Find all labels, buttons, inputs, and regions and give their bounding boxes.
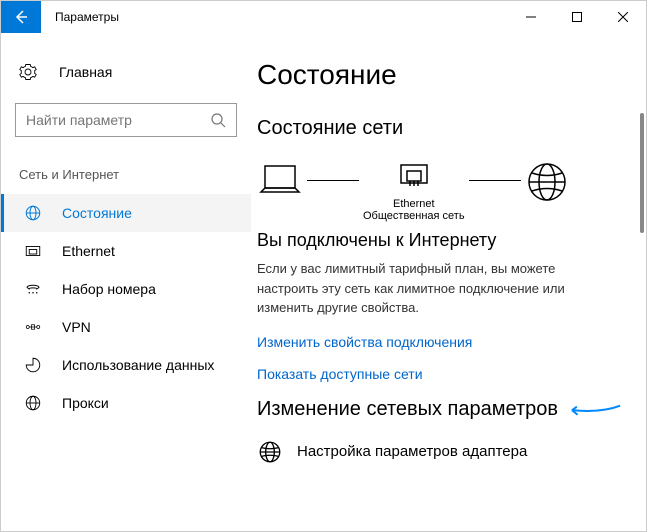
proxy-icon bbox=[22, 394, 44, 412]
minimize-button[interactable] bbox=[508, 1, 554, 33]
network-status-heading: Состояние сети bbox=[257, 117, 646, 140]
connected-title: Вы подключены к Интернету bbox=[257, 230, 646, 251]
data-usage-icon bbox=[22, 356, 44, 374]
network-diagram: EthernetОбщественная сеть bbox=[257, 158, 646, 222]
ethernet-icon bbox=[22, 242, 44, 260]
gear-icon bbox=[19, 63, 41, 81]
diagram-internet bbox=[525, 160, 569, 220]
nav-status[interactable]: Состояние bbox=[1, 194, 251, 232]
laptop-icon bbox=[257, 162, 303, 202]
nav-dialup[interactable]: Набор номера bbox=[1, 270, 251, 308]
main-content: Состояние Состояние сети EthernetОбществ… bbox=[251, 33, 646, 531]
phone-icon bbox=[22, 280, 44, 298]
maximize-button[interactable] bbox=[554, 1, 600, 33]
window-title: Параметры bbox=[55, 10, 508, 24]
adapter-settings-label: Настройка параметров адаптера bbox=[297, 443, 527, 460]
adapter-settings-row[interactable]: Настройка параметров адаптера bbox=[257, 439, 646, 465]
page-heading: Состояние bbox=[257, 59, 646, 91]
ethernet-icon bbox=[396, 158, 432, 194]
globe-icon bbox=[257, 439, 283, 465]
nav-label: Использование данных bbox=[62, 357, 214, 373]
section-header: Сеть и Интернет bbox=[1, 161, 251, 194]
search-input[interactable] bbox=[26, 112, 210, 128]
titlebar: Параметры bbox=[1, 1, 646, 33]
search-icon bbox=[210, 112, 226, 128]
home-nav[interactable]: Главная bbox=[1, 55, 251, 89]
link-available-networks[interactable]: Показать доступные сети bbox=[257, 366, 646, 382]
sidebar: Главная Сеть и Интернет Состояние Ethern… bbox=[1, 33, 251, 531]
home-label: Главная bbox=[59, 64, 112, 80]
window-controls bbox=[508, 1, 646, 33]
diagram-pc bbox=[257, 162, 303, 218]
nav-label: Набор номера bbox=[62, 281, 156, 297]
search-box[interactable] bbox=[15, 103, 237, 137]
nav-label: Ethernet bbox=[62, 243, 115, 259]
annotation-arrow bbox=[562, 375, 634, 442]
diagram-conn-name: Ethernet bbox=[393, 198, 435, 210]
nav-label: Состояние bbox=[62, 205, 132, 221]
arrow-left-icon bbox=[13, 9, 29, 25]
globe-icon bbox=[22, 204, 44, 222]
nav-label: Прокси bbox=[62, 395, 109, 411]
nav-vpn[interactable]: VPN bbox=[1, 308, 251, 346]
nav-ethernet[interactable]: Ethernet bbox=[1, 232, 251, 270]
nav-data-usage[interactable]: Использование данных bbox=[1, 346, 251, 384]
nav-proxy[interactable]: Прокси bbox=[1, 384, 251, 422]
close-button[interactable] bbox=[600, 1, 646, 33]
globe-icon bbox=[525, 160, 569, 204]
vpn-icon bbox=[22, 318, 44, 336]
scrollbar[interactable] bbox=[640, 113, 644, 233]
link-connection-properties[interactable]: Изменить свойства подключения bbox=[257, 334, 646, 350]
nav-label: VPN bbox=[62, 319, 91, 335]
diagram-adapter: EthernetОбщественная сеть bbox=[363, 158, 465, 222]
back-button[interactable] bbox=[1, 1, 41, 33]
diagram-profile: Общественная сеть bbox=[363, 210, 465, 222]
connected-desc: Если у вас лимитный тарифный план, вы мо… bbox=[257, 259, 597, 318]
